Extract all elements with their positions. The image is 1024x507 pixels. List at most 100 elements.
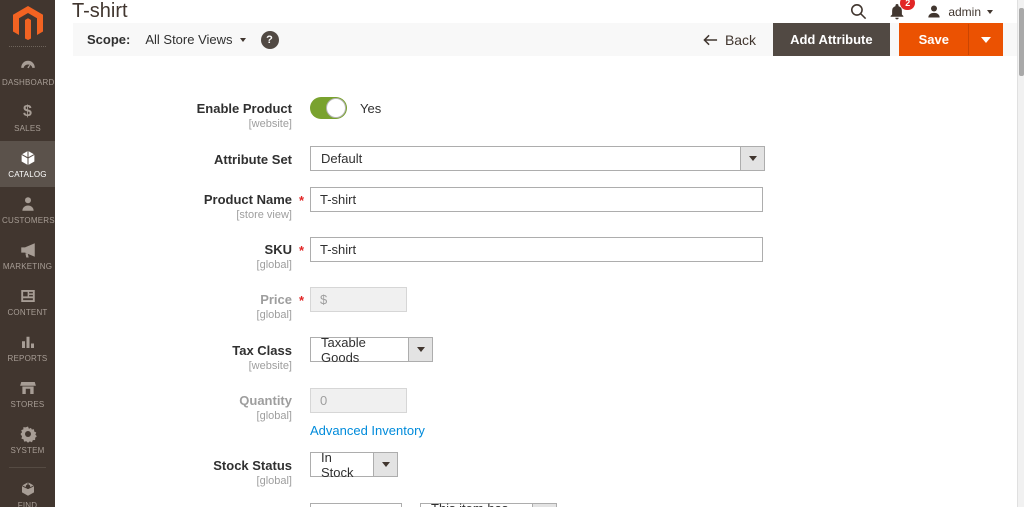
- sidebar-item-label: SYSTEM: [10, 446, 45, 455]
- tax-class-label: Tax Class: [232, 343, 292, 358]
- save-button[interactable]: Save: [900, 24, 968, 55]
- sidebar-item-customers[interactable]: CUSTOMERS: [0, 187, 55, 233]
- back-label: Back: [724, 31, 757, 48]
- weight-type-select[interactable]: This item has weight: [420, 501, 557, 507]
- save-options-button[interactable]: [968, 24, 1002, 55]
- admin-user-menu[interactable]: admin: [926, 3, 993, 20]
- select-value: Taxable Goods: [321, 334, 366, 365]
- back-button[interactable]: Back: [703, 32, 756, 48]
- sales-icon: $: [23, 103, 32, 120]
- sidebar-item-label: REPORTS: [7, 354, 48, 363]
- scope-note: [global]: [256, 309, 292, 321]
- sidebar-item-stores[interactable]: STORES: [0, 371, 55, 417]
- product-name-row: Product Name [store view] * T-shirt: [55, 187, 1017, 221]
- product-name-input[interactable]: T-shirt: [310, 187, 763, 212]
- sidebar-divider: [9, 467, 46, 468]
- field-label: Quantity [global]: [55, 388, 310, 438]
- gear-icon: [2, 425, 53, 443]
- advanced-inventory-link[interactable]: Advanced Inventory: [310, 423, 425, 438]
- store-view-switcher[interactable]: All Store Views: [145, 32, 246, 47]
- sidebar-item-dashboard[interactable]: DASHBOARD: [0, 49, 55, 95]
- price-input: $: [310, 287, 407, 312]
- stores-icon: [2, 379, 53, 397]
- sidebar-item-label: STORES: [10, 400, 45, 409]
- scope-note: [global]: [256, 410, 292, 422]
- attribute-set-row: Attribute Set Default: [55, 146, 1017, 171]
- sku-row: SKU [global] * T-shirt: [55, 237, 1017, 271]
- toggle-knob: [326, 98, 346, 118]
- caret-down-icon: [980, 36, 991, 43]
- extensions-icon: [2, 480, 53, 498]
- quantity-label: Quantity: [239, 393, 292, 408]
- toggle-state-label: Yes: [360, 100, 382, 116]
- enable-product-toggle[interactable]: [310, 97, 347, 119]
- search-icon[interactable]: [849, 2, 868, 21]
- required-asterisk: *: [298, 243, 304, 258]
- sku-input[interactable]: T-shirt: [310, 237, 763, 262]
- scope-note: [global]: [256, 259, 292, 271]
- sidebar-item-content[interactable]: CONTENT: [0, 279, 55, 325]
- field-label: SKU [global] *: [55, 237, 310, 271]
- action-buttons: Back Add Attribute Save: [703, 23, 1003, 56]
- main-area: T-shirt 2 admin Scope: All Store Views ?…: [55, 0, 1024, 507]
- enable-product-row: Enable Product [website] Yes: [55, 96, 1017, 130]
- field-label: Stock Status [global]: [55, 452, 310, 487]
- notification-count-badge: 2: [900, 0, 916, 10]
- chevron-down-icon: [987, 9, 993, 14]
- sidebar-item-sales[interactable]: $ SALES: [0, 95, 55, 141]
- scrollbar-thumb[interactable]: [1019, 8, 1024, 76]
- stock-status-row: Stock Status [global] In Stock: [55, 449, 1017, 487]
- sidebar-item-system[interactable]: SYSTEM: [0, 417, 55, 463]
- sidebar-item-label: MARKETING: [2, 262, 53, 271]
- notifications-bell-icon[interactable]: 2: [888, 0, 916, 21]
- sidebar-item-catalog[interactable]: CATALOG: [0, 141, 55, 187]
- select-value: Default: [321, 151, 363, 166]
- magento-admin-app: DASHBOARD $ SALES CATALOG CUSTOMERS MARK…: [0, 0, 1024, 507]
- marketing-icon: [2, 241, 53, 259]
- scope-note: [website]: [248, 360, 292, 372]
- required-asterisk: *: [298, 193, 304, 208]
- sidebar-item-marketing[interactable]: MARKETING: [0, 233, 55, 279]
- price-row: Price [global] * $: [55, 287, 1017, 321]
- price-label: Price: [260, 292, 292, 307]
- admin-username: admin: [948, 4, 981, 19]
- scope-note: [website]: [248, 118, 292, 130]
- header-actions: 2 admin: [849, 0, 993, 21]
- sidebar-item-label: CUSTOMERS: [2, 216, 55, 225]
- sidebar-item-reports[interactable]: REPORTS: [0, 325, 55, 371]
- select-value: In Stock: [321, 449, 354, 480]
- reports-icon: [2, 333, 53, 351]
- page-header: T-shirt 2 admin: [55, 0, 1017, 23]
- field-label: Weight [global]: [55, 503, 310, 507]
- product-name-label: Product Name: [203, 192, 292, 207]
- page-scrollbar[interactable]: [1017, 0, 1024, 507]
- tax-class-select[interactable]: Taxable Goods: [310, 334, 433, 365]
- caret-down-icon: [373, 453, 397, 476]
- stock-status-select[interactable]: In Stock: [310, 449, 398, 480]
- dashboard-icon: [2, 57, 53, 75]
- user-avatar-icon: [928, 5, 940, 18]
- add-attribute-button[interactable]: Add Attribute: [773, 23, 890, 56]
- scope-help-icon[interactable]: ?: [260, 30, 279, 49]
- customers-icon: [2, 195, 53, 213]
- stock-status-label: Stock Status: [213, 458, 292, 473]
- sidebar-item-find-partners[interactable]: FIND PARTNERS & EXTENSIONS: [0, 472, 55, 507]
- weight-input[interactable]: 1 lbs: [310, 503, 402, 507]
- enable-product-label: Enable Product: [196, 101, 292, 116]
- attribute-set-select[interactable]: Default: [310, 146, 765, 171]
- field-label: Product Name [store view] *: [55, 187, 310, 221]
- magento-logo[interactable]: [0, 0, 55, 46]
- field-label: Attribute Set: [55, 146, 310, 171]
- field-label: Tax Class [website]: [55, 337, 310, 372]
- tax-class-row: Tax Class [website] Taxable Goods: [55, 334, 1017, 372]
- sidebar-item-label: DASHBOARD: [2, 78, 55, 87]
- quantity-input: 0: [310, 388, 407, 413]
- catalog-icon: [2, 149, 53, 167]
- sidebar-item-label: CONTENT: [7, 308, 48, 317]
- field-label: Enable Product [website]: [55, 96, 310, 130]
- caret-down-icon: [408, 338, 432, 361]
- scope-value: All Store Views: [145, 32, 233, 47]
- product-form: Enable Product [website] Yes Attribute S…: [55, 56, 1017, 507]
- content-icon: [2, 287, 53, 305]
- page-title: T-shirt: [72, 0, 128, 22]
